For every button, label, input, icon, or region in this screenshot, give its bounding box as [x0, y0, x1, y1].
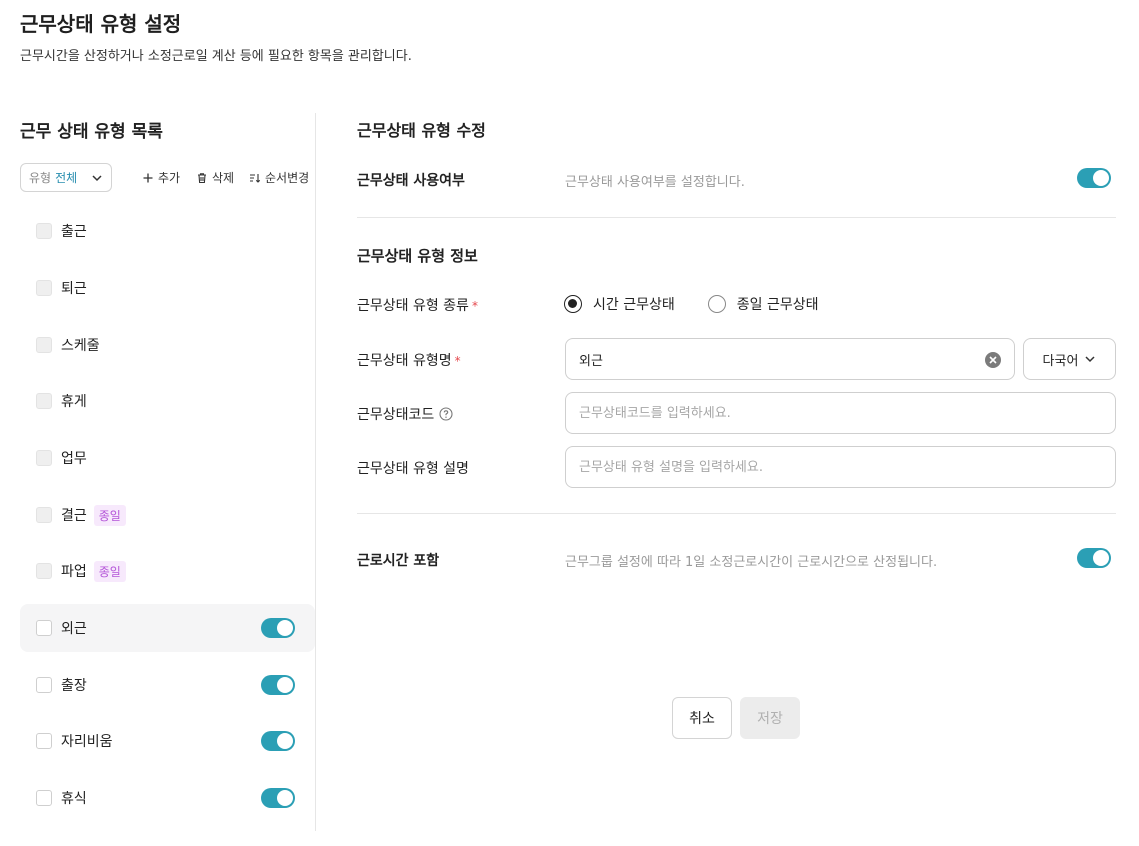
radio-selected-icon [564, 295, 582, 313]
list-item-selected[interactable]: 외근 [20, 604, 315, 652]
all-day-badge: 종일 [93, 504, 126, 526]
item-checkbox[interactable] [36, 620, 52, 636]
type-kind-radio-group: 시간 근무상태 종일 근무상태 [564, 294, 851, 314]
work-time-help-text: 근무그룹 설정에 따라 1일 소정근로시간이 근로시간으로 산정됩니다. [565, 555, 938, 570]
work-time-label: 근로시간 포함 [357, 553, 440, 569]
item-checkbox [36, 563, 52, 579]
item-toggle[interactable] [261, 788, 295, 808]
list-item[interactable]: 자리비움 [20, 717, 315, 765]
item-checkbox[interactable] [36, 677, 52, 693]
add-label: 추가 [158, 171, 181, 185]
chevron-down-icon [1085, 356, 1095, 363]
cancel-button[interactable]: 취소 [672, 697, 732, 739]
list-item[interactable]: 퇴근 [20, 264, 315, 312]
description-label: 근무상태 유형 설명 [357, 461, 469, 477]
trash-icon [198, 172, 206, 183]
list-item[interactable]: 휴게 [20, 377, 315, 425]
all-day-badge: 종일 [93, 560, 126, 582]
list-title: 근무 상태 유형 목록 [20, 122, 163, 142]
type-name-value: 외근 [579, 353, 603, 369]
edit-title: 근무상태 유형 수정 [357, 121, 486, 140]
page-title: 근무상태 유형 설정 [20, 12, 182, 36]
page-description: 근무시간을 산정하거나 소정근로일 계산 등에 필요한 항목을 관리합니다. [20, 49, 412, 64]
code-label: 근무상태코드 [357, 404, 453, 424]
item-checkbox [36, 223, 52, 239]
language-select[interactable]: 다국어 [1023, 338, 1116, 380]
clear-icon[interactable] [984, 351, 1002, 369]
type-filter-select[interactable]: 유형 전체 [20, 163, 112, 192]
list-item[interactable]: 파업 종일 [20, 547, 315, 595]
code-input[interactable] [565, 392, 1116, 434]
item-name: 휴게 [61, 394, 87, 410]
plus-icon [143, 173, 153, 182]
item-name: 외근 [61, 621, 87, 637]
item-name: 퇴근 [61, 281, 87, 297]
item-checkbox [36, 507, 52, 523]
item-checkbox [36, 393, 52, 409]
radio-label: 시간 근무상태 [593, 297, 675, 313]
help-icon[interactable] [439, 407, 453, 421]
chevron-down-icon [92, 174, 102, 181]
filter-value: 전체 [55, 171, 78, 185]
language-label: 다국어 [1042, 353, 1079, 369]
item-name: 스케줄 [61, 338, 100, 354]
section-divider [357, 513, 1116, 514]
reorder-label: 순서변경 [265, 171, 310, 185]
list-item[interactable]: 출장 [20, 661, 315, 709]
type-name-label: 근무상태 유형명 * [357, 353, 461, 369]
radio-all-day-status[interactable]: 종일 근무상태 [707, 294, 819, 314]
list-item[interactable]: 스케줄 [20, 321, 315, 369]
item-name: 출장 [61, 678, 87, 694]
type-kind-label: 근무상태 유형 종류 * [357, 298, 478, 314]
delete-label: 삭제 [212, 171, 235, 185]
item-toggle[interactable] [261, 731, 295, 751]
radio-time-status[interactable]: 시간 근무상태 [564, 294, 675, 314]
list-item[interactable]: 출근 [20, 207, 315, 255]
save-button[interactable]: 저장 [740, 697, 800, 739]
panel-divider [315, 113, 316, 831]
item-checkbox [36, 337, 52, 353]
item-name: 파업 [61, 564, 87, 580]
filter-label: 유형 [29, 171, 52, 185]
usage-toggle[interactable] [1077, 168, 1111, 188]
list-item[interactable]: 결근 종일 [20, 491, 315, 539]
item-toggle[interactable] [261, 618, 295, 638]
item-name: 자리비움 [61, 734, 113, 750]
item-checkbox[interactable] [36, 790, 52, 806]
add-button[interactable]: 추가 [142, 169, 180, 186]
section-divider [357, 217, 1116, 218]
item-name: 휴식 [61, 791, 87, 807]
delete-button[interactable]: 삭제 [196, 169, 234, 186]
item-name: 결근 [61, 508, 87, 524]
radio-unselected-icon [707, 295, 726, 313]
work-time-toggle[interactable] [1077, 548, 1111, 568]
radio-label: 종일 근무상태 [736, 297, 819, 313]
list-item[interactable]: 휴식 [20, 774, 315, 822]
info-section-title: 근무상태 유형 정보 [357, 247, 478, 265]
usage-label: 근무상태 사용여부 [357, 173, 465, 189]
item-checkbox [36, 450, 52, 466]
item-name: 업무 [61, 451, 87, 467]
usage-help-text: 근무상태 사용여부를 설정합니다. [565, 175, 745, 190]
item-checkbox [36, 280, 52, 296]
type-name-input[interactable]: 외근 [565, 338, 1015, 380]
description-input[interactable] [565, 446, 1116, 488]
reorder-button[interactable]: 순서변경 [249, 169, 309, 186]
item-checkbox[interactable] [36, 733, 52, 749]
item-name: 출근 [61, 224, 87, 240]
list-item[interactable]: 업무 [20, 434, 315, 482]
sort-icon [250, 173, 261, 183]
item-toggle[interactable] [261, 675, 295, 695]
